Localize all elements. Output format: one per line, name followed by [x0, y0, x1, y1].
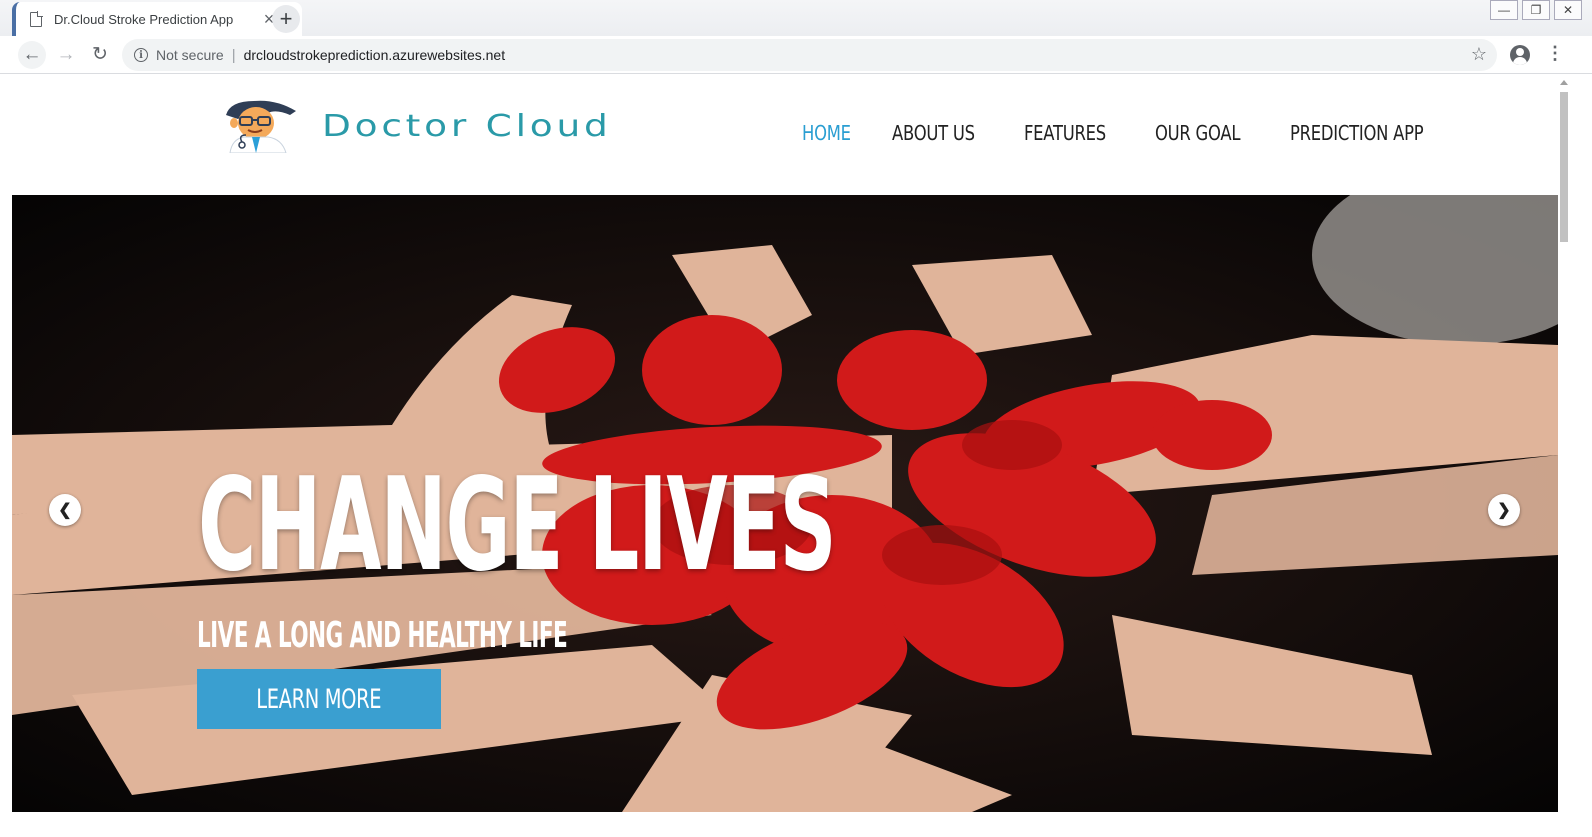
tab-title: Dr.Cloud Stroke Prediction App: [54, 11, 234, 27]
url-separator: |: [231, 46, 236, 64]
nav-our-goal[interactable]: OUR GOAL: [1155, 121, 1240, 145]
doctor-mascot-logo-icon[interactable]: [220, 97, 298, 153]
url-text[interactable]: drcloudstrokeprediction.azurewebsites.ne…: [244, 47, 505, 63]
close-window-button[interactable]: ✕: [1554, 0, 1582, 20]
hero-carousel: ❮ ❯ CHANGE LIVES LIVE A LONG AND HEALTHY…: [12, 195, 1558, 812]
window-controls: — ❐ ✕: [1490, 0, 1582, 24]
site-logo-text[interactable]: Doctor Cloud: [322, 109, 612, 144]
nav-about-us[interactable]: ABOUT US: [892, 121, 975, 145]
profile-avatar-icon[interactable]: [1510, 45, 1530, 65]
new-tab-button[interactable]: +: [272, 5, 300, 33]
nav-prediction-app[interactable]: PREDICTION APP: [1290, 121, 1424, 145]
browser-tab-active[interactable]: Dr.Cloud Stroke Prediction App ×: [12, 2, 302, 36]
forward-arrow-icon[interactable]: →: [52, 41, 80, 69]
browser-toolbar: ← → ↻ i Not secure | drcloudstrokepredic…: [0, 36, 1592, 74]
browser-menu-icon[interactable]: ⋮: [1546, 44, 1564, 62]
reload-icon[interactable]: ↻: [86, 41, 114, 69]
hero-title: CHANGE LIVES: [198, 451, 837, 600]
site-header: Doctor Cloud HOME ABOUT US FEATURES OUR …: [0, 75, 1558, 195]
minimize-button[interactable]: —: [1490, 0, 1518, 20]
restore-button[interactable]: ❐: [1522, 0, 1550, 20]
scrollbar-thumb[interactable]: [1560, 92, 1568, 242]
browser-tabstrip: Dr.Cloud Stroke Prediction App × + — ❐ ✕: [0, 0, 1592, 36]
bookmark-star-icon[interactable]: ☆: [1471, 44, 1487, 65]
carousel-next-icon[interactable]: ❯: [1488, 494, 1520, 526]
page-icon: [30, 10, 43, 27]
learn-more-label: LEARN MORE: [256, 683, 382, 715]
back-arrow-icon[interactable]: ←: [18, 40, 46, 69]
nav-features[interactable]: FEATURES: [1024, 121, 1106, 145]
address-bar[interactable]: i Not secure | drcloudstrokeprediction.a…: [122, 39, 1497, 71]
hero-subtitle: LIVE A LONG AND HEALTHY LIFE: [197, 615, 568, 656]
main-nav: HOME ABOUT US FEATURES OUR GOAL PREDICTI…: [802, 121, 1453, 145]
carousel-prev-icon[interactable]: ❮: [49, 494, 81, 526]
learn-more-button[interactable]: LEARN MORE: [197, 669, 441, 729]
info-icon[interactable]: i: [134, 48, 148, 62]
web-page: Doctor Cloud HOME ABOUT US FEATURES OUR …: [0, 75, 1558, 837]
scroll-up-icon[interactable]: [1560, 80, 1568, 85]
security-status: Not secure: [156, 47, 224, 63]
nav-home[interactable]: HOME: [802, 121, 851, 145]
